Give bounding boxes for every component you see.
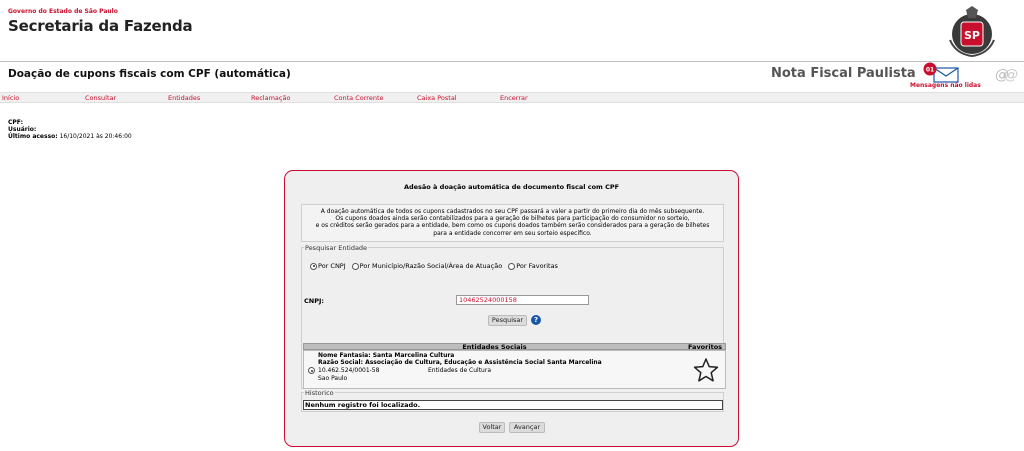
- row-category: Entidades de Cultura: [428, 367, 491, 374]
- brand-name: Nota Fiscal Paulista: [771, 66, 916, 81]
- option-por-favoritas[interactable]: Por Favoritas: [508, 262, 558, 270]
- menu-item-reclamacao[interactable]: Reclamação: [251, 94, 290, 102]
- donation-panel: Adesão à doação automática de documento …: [284, 170, 739, 447]
- back-button[interactable]: Voltar: [479, 422, 505, 433]
- description-line: Os cupons doados ainda serão contabiliza…: [335, 215, 690, 223]
- search-fieldset: Pesquisar Entidade Por CNPJ Por Municípi…: [301, 244, 726, 389]
- history-fieldset: Historico Nenhum registro foi localizado…: [301, 389, 724, 412]
- radio-button[interactable]: [351, 262, 359, 270]
- help-icon[interactable]: ?: [531, 315, 541, 325]
- svg-text:@: @: [1004, 67, 1018, 82]
- cpf-label: CPF:: [8, 119, 23, 126]
- radio-button[interactable]: [508, 262, 516, 270]
- usuario-label: Usuário:: [8, 126, 37, 133]
- razao-social: Razão Social: Associação de Cultura, Edu…: [318, 359, 602, 366]
- messages-badge: 01: [926, 67, 934, 74]
- option-por-cnpj[interactable]: Por CNPJ: [310, 262, 346, 270]
- next-button[interactable]: Avançar: [509, 422, 545, 433]
- row-cnpj: 10.462.524/0001-58: [318, 367, 380, 374]
- gov-line1: Governo do Estado de São Paulo: [8, 8, 118, 15]
- nome-fantasia: Nome Fantasia: Santa Marcelina Cultura: [318, 352, 455, 359]
- last-access-value: 16/10/2021 às 20:46:00: [59, 133, 132, 140]
- unread-messages-link[interactable]: Mensagens não lidas: [910, 82, 981, 89]
- history-empty-message: Nenhum registro foi localizado.: [303, 400, 723, 410]
- menu-item-conta-corrente[interactable]: Conta Corrente: [334, 94, 384, 102]
- search-mode-options: Por CNPJ Por Município/Razão Social/Área…: [310, 262, 558, 270]
- cnpj-label: CNPJ:: [304, 297, 324, 305]
- radio-button[interactable]: [310, 262, 317, 270]
- search-button[interactable]: Pesquisar: [488, 315, 527, 326]
- panel-title: Adesão à doação automática de documento …: [403, 183, 620, 191]
- menu-item-caixa-postal[interactable]: Caixa Postal: [417, 94, 457, 102]
- menu-item-inicio[interactable]: Início: [2, 94, 19, 102]
- coat-of-arms-icon: SP: [949, 6, 995, 58]
- menu-item-consultar[interactable]: Consultar: [85, 94, 116, 102]
- history-legend: Historico: [304, 389, 335, 397]
- option-por-municipio[interactable]: Por Município/Razão Social/Área de Atuaç…: [351, 262, 502, 270]
- table-row[interactable]: Nome Fantasia: Santa Marcelina Cultura R…: [303, 350, 726, 389]
- main-menu: Início Consultar Entidades Reclamação Co…: [0, 92, 1024, 103]
- description-line: A doação automática de todos os cupons c…: [320, 208, 705, 215]
- cnpj-input[interactable]: 10462524000158: [456, 295, 589, 305]
- row-city: Sao Paulo: [318, 375, 348, 382]
- description-line: e os créditos serão gerados para a entid…: [315, 222, 710, 230]
- crest-letters: SP: [964, 29, 980, 42]
- description-box: A doação automática de todos os cupons c…: [301, 204, 724, 242]
- menu-item-entidades[interactable]: Entidades: [168, 94, 200, 102]
- last-access: Último acesso: 16/10/2021 às 20:46:00: [8, 133, 132, 140]
- mail-icon[interactable]: 01: [920, 62, 960, 84]
- row-select-radio[interactable]: [308, 367, 315, 374]
- results-table-header: Entidades Sociais Favoritos: [303, 343, 726, 351]
- header-divider: [0, 61, 1024, 62]
- at-sign-icon[interactable]: @ @: [995, 66, 1019, 82]
- menu-item-encerrar[interactable]: Encerrar: [500, 94, 528, 102]
- search-legend: Pesquisar Entidade: [304, 244, 369, 252]
- description-line: para a entidade concorrer em seu sorteio…: [433, 229, 592, 237]
- favorite-star-icon[interactable]: [693, 357, 719, 383]
- secretaria-title: Secretaria da Fazenda: [8, 17, 193, 35]
- page-title: Doação de cupons fiscais com CPF (automá…: [8, 68, 291, 80]
